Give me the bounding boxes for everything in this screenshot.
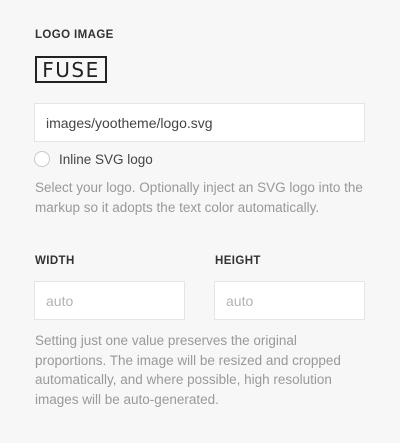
logo-path-input[interactable] bbox=[34, 103, 365, 142]
dimensions-help-text: Setting just one value preserves the ori… bbox=[35, 333, 341, 407]
logo-image-label: LOGO IMAGE bbox=[35, 29, 114, 41]
height-input[interactable] bbox=[214, 281, 365, 320]
inline-svg-label: Inline SVG logo bbox=[59, 151, 153, 167]
inline-svg-checkbox[interactable] bbox=[34, 151, 50, 167]
logo-preview-text: FUSE bbox=[42, 57, 100, 82]
width-input[interactable] bbox=[34, 281, 185, 320]
width-label: WIDTH bbox=[35, 255, 75, 267]
inline-svg-option[interactable]: Inline SVG logo bbox=[34, 151, 153, 167]
logo-preview[interactable]: FUSE bbox=[35, 56, 107, 83]
height-label: HEIGHT bbox=[215, 255, 261, 267]
logo-help-text: Select your logo. Optionally inject an S… bbox=[35, 180, 363, 215]
